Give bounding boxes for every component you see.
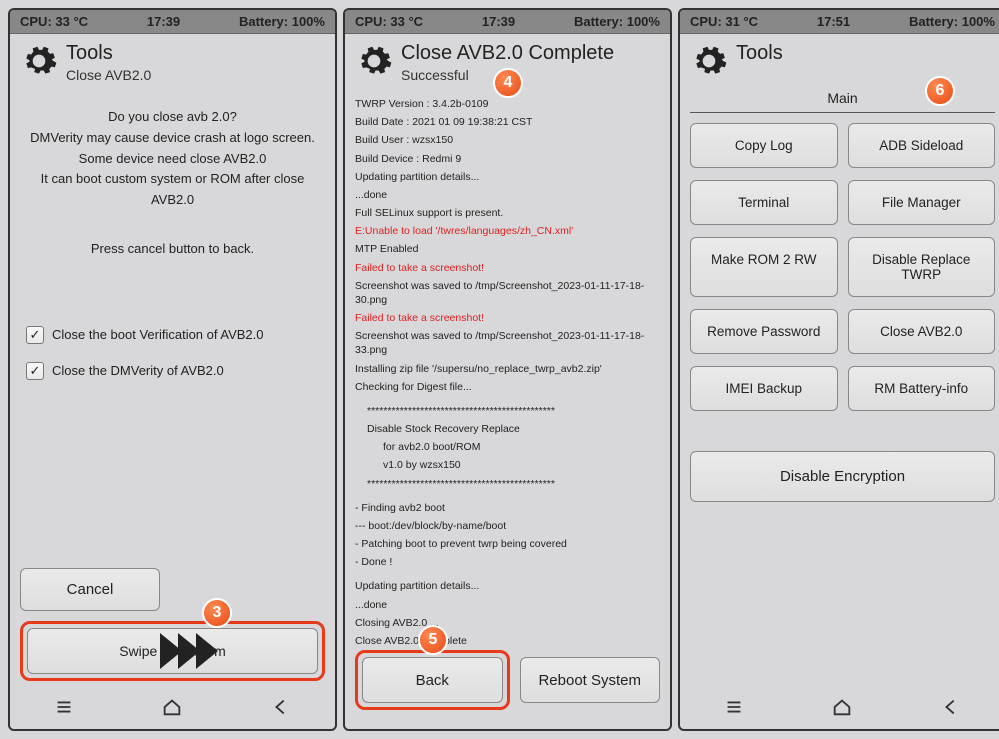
nav-bar xyxy=(345,722,670,731)
nav-menu-icon[interactable] xyxy=(385,728,413,731)
time-status: 17:39 xyxy=(482,14,515,29)
tab-main[interactable]: Main 6 xyxy=(690,86,995,113)
checkbox-boot-verification[interactable]: ✓ Close the boot Verification of AVB2.0 xyxy=(26,326,325,344)
checkbox-dmverity[interactable]: ✓ Close the DMVerity of AVB2.0 xyxy=(26,362,325,380)
page-title: Tools xyxy=(736,42,783,65)
cpu-status: CPU: 31 °C xyxy=(690,14,758,29)
press-cancel-text: Press cancel button to back. xyxy=(20,241,325,256)
cpu-status: CPU: 33 °C xyxy=(20,14,88,29)
status-bar: CPU: 33 °C 17:39 Battery: 100% xyxy=(345,10,670,34)
adb-sideload-button[interactable]: ADB Sideload xyxy=(848,123,996,168)
nav-home-icon[interactable] xyxy=(828,693,856,721)
reboot-system-button[interactable]: Reboot System xyxy=(520,657,661,703)
back-button[interactable]: Back xyxy=(362,657,503,703)
cancel-button[interactable]: Cancel xyxy=(20,568,160,611)
header: Close AVB2.0 Complete Successful 4 xyxy=(345,34,670,89)
terminal-button[interactable]: Terminal xyxy=(690,180,838,225)
screen-tools-main: CPU: 31 °C 17:51 Battery: 100% Tools Mai… xyxy=(678,8,999,731)
nav-back-icon[interactable] xyxy=(267,693,295,721)
swipe-to-confirm[interactable]: Swipe to Confirm xyxy=(27,628,318,674)
rm-battery-info-button[interactable]: RM Battery-info xyxy=(848,366,996,411)
copy-log-button[interactable]: Copy Log xyxy=(690,123,838,168)
swipe-confirm-highlight: 3 Swipe to Confirm xyxy=(20,621,325,681)
cpu-status: CPU: 33 °C xyxy=(355,14,423,29)
imei-backup-button[interactable]: IMEI Backup xyxy=(690,366,838,411)
check-icon: ✓ xyxy=(26,362,44,380)
gear-icon xyxy=(20,42,58,80)
nav-back-icon[interactable] xyxy=(937,693,965,721)
step-badge-4: 4 xyxy=(493,68,523,98)
nav-menu-icon[interactable] xyxy=(50,693,78,721)
make-rom-rw-button[interactable]: Make ROM 2 RW xyxy=(690,237,838,297)
gear-icon xyxy=(690,42,728,80)
battery-status: Battery: 100% xyxy=(239,14,325,29)
header: Tools xyxy=(680,34,999,86)
status-bar: CPU: 31 °C 17:51 Battery: 100% xyxy=(680,10,999,34)
step-badge-3: 3 xyxy=(202,598,232,628)
file-manager-button[interactable]: File Manager xyxy=(848,180,996,225)
header: Tools Close AVB2.0 xyxy=(10,34,335,89)
screen-close-avb-complete: CPU: 33 °C 17:39 Battery: 100% Close AVB… xyxy=(343,8,672,731)
battery-status: Battery: 100% xyxy=(909,14,995,29)
nav-back-icon[interactable] xyxy=(602,728,630,731)
swipe-arrows-icon xyxy=(160,633,214,669)
back-button-highlight: 5 Back xyxy=(355,650,510,710)
time-status: 17:39 xyxy=(147,14,180,29)
nav-home-icon[interactable] xyxy=(158,693,186,721)
status-bar: CPU: 33 °C 17:39 Battery: 100% xyxy=(10,10,335,34)
time-status: 17:51 xyxy=(817,14,850,29)
disable-encryption-button[interactable]: Disable Encryption xyxy=(690,451,995,502)
step-badge-5: 5 xyxy=(418,625,448,655)
nav-menu-icon[interactable] xyxy=(720,693,748,721)
remove-password-button[interactable]: Remove Password xyxy=(690,309,838,354)
page-subtitle: Close AVB2.0 xyxy=(66,67,151,83)
page-title: Tools xyxy=(66,42,151,65)
log-output: TWRP Version : 3.4.2b-0109 Build Date : … xyxy=(355,95,660,650)
disable-replace-twrp-button[interactable]: Disable Replace TWRP xyxy=(848,237,996,297)
close-avb-button[interactable]: Close AVB2.0 xyxy=(848,309,996,354)
info-paragraph: Do you close avb 2.0? DMVerity may cause… xyxy=(20,107,325,211)
check-icon: ✓ xyxy=(26,326,44,344)
page-title: Close AVB2.0 Complete xyxy=(401,42,614,65)
battery-status: Battery: 100% xyxy=(574,14,660,29)
step-badge-6: 6 xyxy=(925,76,955,106)
nav-home-icon[interactable] xyxy=(493,728,521,731)
gear-icon xyxy=(355,42,393,80)
screen-tools-close-avb: CPU: 33 °C 17:39 Battery: 100% Tools Clo… xyxy=(8,8,337,731)
